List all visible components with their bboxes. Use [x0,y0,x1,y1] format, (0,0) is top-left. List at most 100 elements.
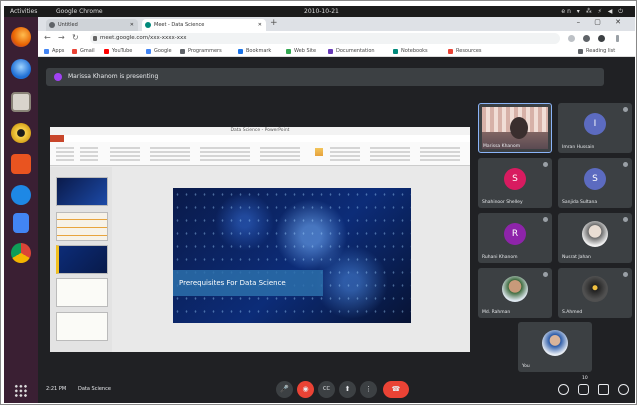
ppt-window-title: Data Science - PowerPoint [50,127,470,135]
participant-tile[interactable]: S Sanjida Sultana [558,158,632,208]
participant-tile[interactable]: S.Ahmed [558,268,632,318]
presenting-banner: Marissa Khanom is presenting [46,68,604,86]
rhythmbox-icon[interactable] [11,123,31,143]
bookmark-item[interactable]: Resources [448,46,482,57]
bookmark-item[interactable]: Documentation [328,46,375,57]
bookmark-star-icon[interactable] [568,35,575,42]
bookmark-item[interactable]: Reading list [578,46,615,57]
participant-tile[interactable]: Nusrat Jahan [558,213,632,263]
profile-photo [502,276,528,302]
menu-icon[interactable] [616,35,619,42]
system-top-bar: Activities Google Chrome 2010-10-21 en ▾… [4,6,635,17]
mic-muted-icon [543,162,548,167]
chat-icon[interactable] [598,384,609,395]
app-menu[interactable]: Google Chrome [56,6,103,17]
mic-muted-icon [543,272,548,277]
bookmark-label: YouTube [112,48,133,54]
bookmark-item[interactable]: Apps [44,46,64,57]
slide-thumbnails [50,167,112,352]
browser-tab-active[interactable]: Meet - Data Science ✕ [142,19,266,31]
profile-avatar[interactable] [598,35,605,42]
mic-muted-icon [623,217,628,222]
bookmark-item[interactable]: Programmers [180,46,222,57]
chrome-icon[interactable] [11,243,31,263]
extension-icon[interactable] [583,35,590,42]
bookmark-label: Documentation [336,48,375,54]
captions-button[interactable]: CC [318,381,335,398]
info-icon[interactable] [558,384,569,395]
participant-tile[interactable]: I Imran Hussain [558,103,632,153]
present-button[interactable]: ⬆ [339,381,356,398]
participant-tile[interactable]: Marissa Khanom [478,103,552,153]
browser-tab-strip: Untitled ✕ Meet - Data Science ✕ + – ▢ ✕ [38,17,635,31]
show-applications-icon[interactable] [14,384,28,398]
back-icon[interactable]: ← [44,33,51,42]
shapes-icon [315,148,323,156]
ribbon-group [330,145,360,161]
participant-name: S.Ahmed [562,310,583,315]
bookmark-item[interactable]: Google [146,46,172,57]
participant-video [482,107,548,149]
ppt-ribbon-tabs [50,135,470,142]
bookmark-label: Reading list [586,48,616,54]
lock-icon [93,36,97,41]
youtube-icon [104,49,109,54]
ppt-file-tab [50,135,64,142]
bookmark-item[interactable]: Web Site [286,46,316,57]
software-center-icon[interactable] [11,154,31,174]
call-controls-bar: 2:21 PM Data Science 🎤 ◉ CC ⬆ ⋮ ☎ 10 [38,376,635,403]
ribbon-group [56,145,74,161]
tab-title: Untitled [58,22,78,28]
ppt-ribbon [50,142,470,166]
bookmark-item[interactable]: YouTube [104,46,132,57]
activities-button[interactable]: Activities [10,6,37,17]
participant-name: Imran Hussain [562,145,595,150]
ribbon-group [370,145,410,161]
avatar: I [584,113,606,135]
avatar-initial: R [511,229,519,239]
reload-icon[interactable]: ↻ [72,33,79,42]
more-options-button[interactable]: ⋮ [360,381,377,398]
bookmark-icon [180,49,185,54]
address-bar[interactable]: meet.google.com/xxx-xxxx-xxx [90,33,560,44]
participant-tile[interactable]: S Shahinoor Shelley [478,158,552,208]
thunderbird-icon[interactable] [11,59,31,79]
firefox-icon[interactable] [11,27,31,47]
bookmark-label: Resources [456,48,482,54]
window-controls[interactable]: – ▢ ✕ [577,18,627,26]
participant-tile[interactable]: You [518,322,592,372]
forward-icon[interactable]: → [58,33,65,42]
slide-thumbnail [56,278,108,307]
close-icon[interactable]: ✕ [130,19,134,31]
slide-thumbnail [56,212,108,241]
participant-tile[interactable]: R Ruhani Khanom [478,213,552,263]
close-icon[interactable]: ✕ [258,19,262,31]
screenshot-frame: Activities Google Chrome 2010-10-21 en ▾… [0,0,637,405]
help-icon[interactable] [11,185,31,205]
participant-tile[interactable]: Md. Rahman [478,268,552,318]
end-call-button[interactable]: ☎ [383,381,409,398]
browser-tab[interactable]: Untitled ✕ [46,19,138,31]
ribbon-group [200,145,250,161]
bookmark-label: Apps [52,48,65,54]
new-tab-button[interactable]: + [270,18,278,28]
avatar-initial: S [512,174,518,184]
people-icon[interactable] [578,384,589,395]
bookmark-icon [286,49,291,54]
system-clock[interactable]: 2010-10-21 [304,6,339,17]
bookmark-icon [448,49,453,54]
tab-title: Meet - Data Science [154,22,205,28]
system-tray[interactable]: en ▾ ⁂ ⚡ ◀ ⏻ [561,6,625,17]
mic-toggle-button[interactable]: 🎤 [276,381,293,398]
bookmark-item[interactable]: Notebooks [393,46,428,57]
participant-name: Nusrat Jahan [562,255,591,260]
camera-off-button[interactable]: ◉ [297,381,314,398]
bookmark-item[interactable]: Gmail [72,46,95,57]
bookmark-item[interactable]: Bookmark [238,46,271,57]
files-icon[interactable] [11,92,31,112]
participant-name: Ruhani Khanom [482,255,518,260]
activities-icon[interactable] [618,384,629,395]
document-icon[interactable] [13,213,29,233]
shared-screen: Data Science - PowerPoint Prerequisites … [50,127,470,352]
meet-favicon-icon [145,22,151,28]
